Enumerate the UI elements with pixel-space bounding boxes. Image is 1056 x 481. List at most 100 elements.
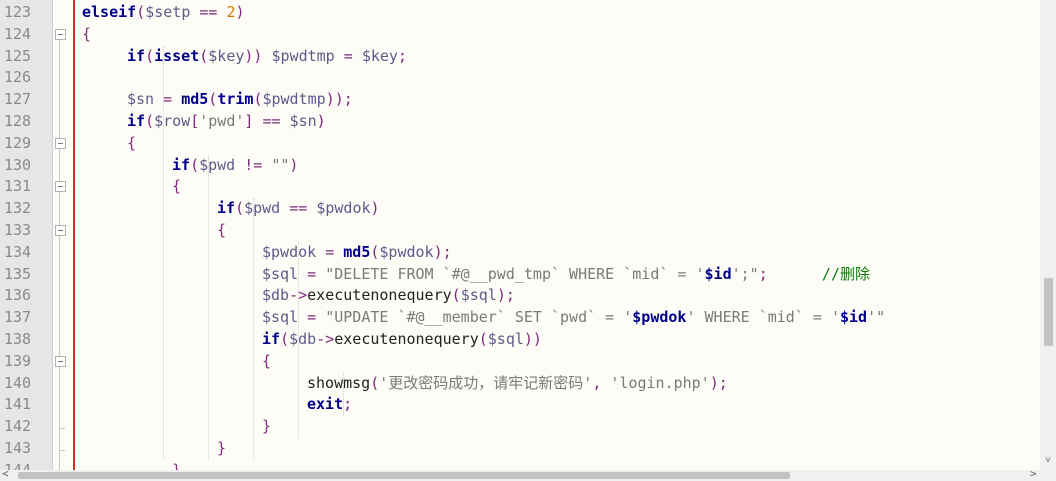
code-token: { — [262, 351, 272, 370]
code-token: ); — [496, 286, 515, 305]
code-line[interactable]: elseif($setp == 2) — [82, 2, 245, 24]
fold-toggle-icon[interactable] — [55, 137, 66, 149]
fold-toggle-icon[interactable] — [55, 225, 66, 236]
line-number: 137 — [4, 308, 32, 327]
code-token: $pwdtmp — [262, 90, 326, 109]
code-token: $pwdok — [632, 308, 687, 327]
code-token: { — [127, 133, 137, 152]
code-token: != — [235, 155, 272, 174]
code-line[interactable]: if($pwd != "") — [172, 155, 298, 177]
code-token: ';" — [731, 264, 759, 283]
code-token: ( — [208, 90, 218, 109]
code-token: ( — [370, 373, 380, 392]
code-line[interactable]: } — [217, 438, 226, 460]
horizontal-scrollbar[interactable]: < > — [0, 467, 1056, 481]
code-token: ) — [370, 199, 380, 218]
code-token: ( — [190, 155, 200, 174]
line-number: 130 — [4, 155, 32, 174]
code-line[interactable]: $pwdok = md5($pwdok); — [262, 242, 452, 264]
code-token: trim — [217, 90, 254, 109]
fold-toggle-icon[interactable] — [55, 355, 66, 367]
code-token: if — [172, 155, 191, 174]
scroll-down-arrow-icon[interactable]: ˅ — [1040, 453, 1056, 469]
line-number: 134 — [4, 242, 32, 261]
code-token: elseif — [82, 3, 137, 21]
code-line[interactable]: { — [262, 351, 271, 373]
code-line[interactable]: } — [262, 416, 271, 438]
horizontal-scroll-thumb[interactable] — [18, 472, 790, 479]
code-token: ( — [280, 330, 290, 348]
code-line[interactable]: $sql = "UPDATE `#@__member` SET `pwd` = … — [262, 307, 885, 329]
fold-toggle-icon[interactable] — [55, 28, 66, 40]
code-token: $sn — [127, 90, 155, 109]
code-token: executenonequery — [334, 330, 479, 348]
code-line[interactable]: } — [172, 460, 181, 470]
code-area[interactable]: elseif($setp == 2){if(isset($key)) $pwdt… — [80, 0, 1040, 470]
line-number: 140 — [4, 373, 32, 392]
code-line[interactable]: $db->executenonequery($sql); — [262, 285, 515, 307]
code-token: ] == — [244, 112, 290, 130]
line-number: 138 — [4, 330, 32, 348]
code-token: = — [298, 308, 326, 327]
code-token: if — [127, 46, 146, 65]
code-editor[interactable]: 123 124 125 126 127 128 129 130 131 132 133 134 135 1… — [0, 0, 1040, 470]
code-line[interactable]: if($pwd == $pwdok) — [217, 198, 380, 220]
code-line[interactable]: showmsg('更改密码成功，请牢记新密码', 'login.php'); — [307, 373, 728, 395]
code-token: showmsg — [307, 373, 371, 392]
fold-toggle-icon[interactable] — [55, 181, 66, 193]
line-number: 136 — [4, 286, 32, 305]
indent-guide — [208, 154, 209, 460]
line-number: 126 — [4, 68, 32, 87]
code-token: $pwdok — [316, 199, 371, 218]
line-number: 132 — [4, 199, 32, 218]
code-token: $pwd — [244, 199, 281, 218]
line-number: 142 — [4, 417, 32, 436]
code-token: md5 — [181, 90, 209, 109]
code-line[interactable]: if(isset($key)) $pwdtmp = $key; — [127, 46, 407, 68]
vertical-scroll-thumb[interactable] — [1044, 278, 1053, 346]
code-line[interactable]: if($db->executenonequery($sql)) — [262, 329, 542, 351]
code-token: ( — [199, 46, 209, 65]
code-token: { — [82, 24, 92, 43]
code-token: if — [127, 112, 146, 130]
code-token: $setp — [145, 3, 191, 21]
code-token: [ — [190, 112, 200, 130]
code-token: ) — [316, 112, 326, 130]
code-token: = — [334, 46, 362, 65]
code-token: ); — [709, 373, 728, 392]
code-token: isset — [154, 46, 200, 65]
code-token: )); — [325, 90, 353, 109]
vertical-scrollbar[interactable]: ˅ — [1040, 0, 1056, 470]
scroll-left-arrow-icon[interactable]: < — [2, 467, 9, 480]
code-token: $db — [289, 330, 317, 348]
code-line[interactable]: { — [217, 220, 226, 242]
code-token: 2 — [226, 3, 236, 21]
scroll-right-arrow-icon[interactable]: > — [1030, 467, 1037, 480]
code-token: ); — [433, 242, 452, 261]
code-line[interactable]: $sn = md5(trim($pwdtmp)); — [127, 89, 353, 111]
code-line[interactable]: if($row['pwd'] == $sn) — [127, 111, 326, 133]
code-token: $pwd — [199, 155, 236, 174]
line-number: 128 — [4, 112, 32, 130]
line-number: 133 — [4, 221, 32, 239]
code-token: 'pwd' — [199, 112, 245, 130]
code-token: } — [172, 460, 182, 470]
code-line[interactable]: exit; — [307, 394, 352, 416]
code-line[interactable]: $sql = "DELETE FROM `#@__pwd_tmp` WHERE … — [262, 264, 870, 286]
code-line[interactable]: { — [82, 24, 91, 46]
code-token: = — [316, 242, 344, 261]
code-line[interactable]: { — [172, 176, 181, 198]
code-token: $db — [262, 286, 290, 305]
code-token: ' WHERE `mid` = ' — [686, 308, 840, 327]
code-token: ) — [289, 155, 299, 174]
code-token: $id — [704, 264, 732, 283]
code-token: )) — [523, 330, 542, 348]
code-token: $pwdtmp — [271, 46, 335, 65]
code-line[interactable]: { — [127, 133, 136, 155]
code-token: } — [262, 417, 272, 436]
code-token: $key — [361, 46, 398, 65]
code-token: $sql — [487, 330, 524, 348]
code-token: ( — [451, 286, 461, 305]
line-number: 124 — [4, 24, 32, 43]
